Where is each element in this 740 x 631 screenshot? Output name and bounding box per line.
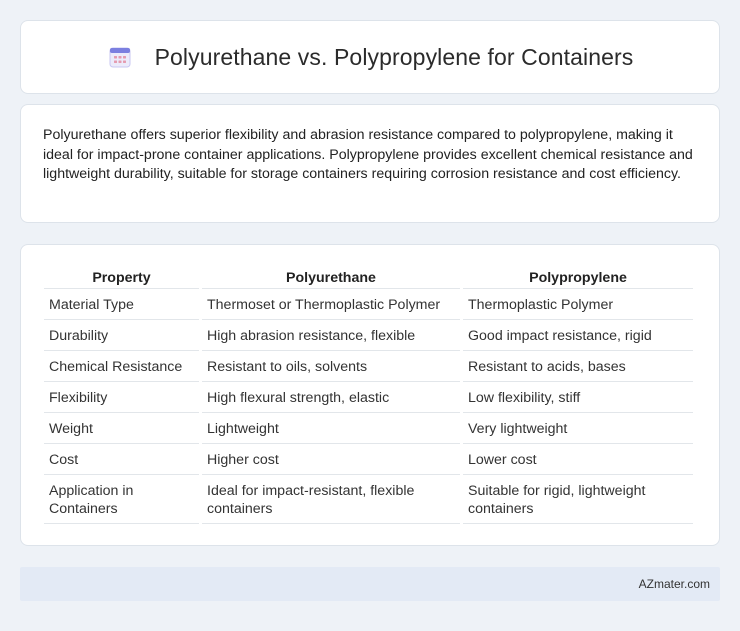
- cell-property: Weight: [44, 413, 199, 444]
- table-row: Material Type Thermoset or Thermoplastic…: [44, 289, 693, 320]
- cell-property: Material Type: [44, 289, 199, 320]
- table-row: Application in Containers Ideal for impa…: [44, 475, 693, 524]
- header-polyurethane: Polyurethane: [202, 265, 460, 289]
- page-title: Polyurethane vs. Polypropylene for Conta…: [154, 43, 634, 70]
- cell-polyurethane: Higher cost: [202, 444, 460, 475]
- footer-bar: AZmater.com: [20, 567, 720, 601]
- cell-polyurethane: High flexural strength, elastic: [202, 382, 460, 413]
- header-polypropylene: Polypropylene: [463, 265, 693, 289]
- cell-property: Flexibility: [44, 382, 199, 413]
- cell-polypropylene: Resistant to acids, bases: [463, 351, 693, 382]
- comparison-card: Property Polyurethane Polypropylene Mate…: [20, 244, 720, 546]
- cell-property: Cost: [44, 444, 199, 475]
- table-header-row: Property Polyurethane Polypropylene: [44, 265, 693, 289]
- cell-polyurethane: Ideal for impact-resistant, flexible con…: [202, 475, 460, 524]
- summary-card: Polyurethane offers superior flexibility…: [20, 104, 720, 223]
- title-card: Polyurethane vs. Polypropylene for Conta…: [20, 20, 720, 94]
- table-row: Durability High abrasion resistance, fle…: [44, 320, 693, 351]
- header-property: Property: [44, 265, 199, 289]
- table-row: Weight Lightweight Very lightweight: [44, 413, 693, 444]
- cell-polypropylene: Good impact resistance, rigid: [463, 320, 693, 351]
- footer-brand: AZmater.com: [638, 577, 710, 591]
- calendar-icon: [107, 44, 133, 70]
- cell-property: Durability: [44, 320, 199, 351]
- cell-polyurethane: Thermoset or Thermoplastic Polymer: [202, 289, 460, 320]
- table-row: Flexibility High flexural strength, elas…: [44, 382, 693, 413]
- cell-polypropylene: Suitable for rigid, lightweight containe…: [463, 475, 693, 524]
- cell-polyurethane: High abrasion resistance, flexible: [202, 320, 460, 351]
- cell-polyurethane: Lightweight: [202, 413, 460, 444]
- cell-polyurethane: Resistant to oils, solvents: [202, 351, 460, 382]
- cell-polypropylene: Low flexibility, stiff: [463, 382, 693, 413]
- comparison-table: Property Polyurethane Polypropylene Mate…: [41, 265, 696, 524]
- cell-polypropylene: Very lightweight: [463, 413, 693, 444]
- table-row: Chemical Resistance Resistant to oils, s…: [44, 351, 693, 382]
- cell-property: Application in Containers: [44, 475, 199, 524]
- cell-polypropylene: Lower cost: [463, 444, 693, 475]
- table-row: Cost Higher cost Lower cost: [44, 444, 693, 475]
- summary-text: Polyurethane offers superior flexibility…: [43, 127, 693, 182]
- cell-property: Chemical Resistance: [44, 351, 199, 382]
- cell-polypropylene: Thermoplastic Polymer: [463, 289, 693, 320]
